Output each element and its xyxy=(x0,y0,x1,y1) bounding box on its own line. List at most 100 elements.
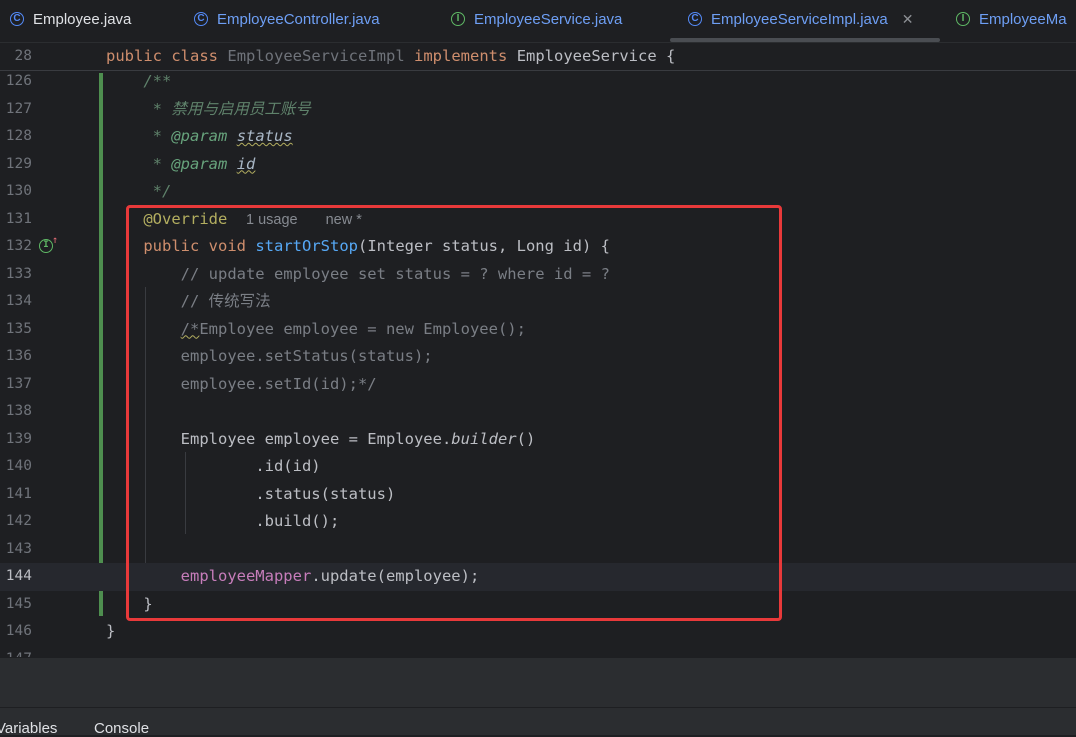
line-number: 132 xyxy=(5,238,32,254)
code-editor[interactable]: 28 public class EmployeeServiceImpl impl… xyxy=(0,43,1076,657)
editor-tab-bar: C Employee.java C EmployeeController.jav… xyxy=(0,0,1076,43)
code-line[interactable]: 137 employee.setId(id);*/ xyxy=(0,371,1076,399)
block-comment: employee.setStatus(status); xyxy=(180,347,433,365)
close-icon[interactable]: ✕ xyxy=(902,11,914,28)
tab-label: EmployeeMa xyxy=(979,10,1067,28)
javadoc-close: */ xyxy=(152,182,172,200)
implements-method-icon[interactable]: I xyxy=(39,239,53,253)
javadoc-tag: @param xyxy=(171,154,228,173)
line-code: Employee employee = Employee.builder() xyxy=(106,426,536,454)
keyword: public xyxy=(143,237,200,255)
line-number: 128 xyxy=(5,128,32,144)
javadoc-star: * xyxy=(152,99,172,118)
tab-employee-service-impl[interactable]: C EmployeeServiceImpl.java ✕ xyxy=(688,0,913,38)
line-code: .build(); xyxy=(106,508,339,536)
active-tab-indicator xyxy=(670,38,940,42)
method-signature: (Integer status, Long id) { xyxy=(358,237,610,255)
usages-hint[interactable]: 1 usage xyxy=(246,212,298,228)
code-line[interactable]: 136 employee.setStatus(status); xyxy=(0,343,1076,371)
javadoc-star: * xyxy=(152,127,172,145)
tab-label: EmployeeController.java xyxy=(217,10,380,28)
line-code: /*Employee employee = new Employee(); xyxy=(106,316,526,344)
code-line[interactable]: 139 Employee employee = Employee.builder… xyxy=(0,426,1076,454)
line-code: @Override 1 usage new * xyxy=(106,206,362,235)
debug-tab-bar: Variables Console xyxy=(0,707,1076,737)
tab-label: EmployeeServiceImpl.java xyxy=(711,10,888,28)
code-line[interactable]: 141 .status(status) xyxy=(0,481,1076,509)
keyword: public xyxy=(106,47,162,65)
code-line[interactable]: 130 */ xyxy=(0,178,1076,206)
tab-employee-java[interactable]: C Employee.java xyxy=(10,0,131,38)
line-number: 145 xyxy=(5,595,32,612)
code-line[interactable]: 140 .id(id) xyxy=(0,453,1076,481)
code-line[interactable]: 143 xyxy=(0,536,1076,564)
code-text: () xyxy=(516,429,536,448)
line-code: */ xyxy=(106,178,172,206)
code-line[interactable]: 146 } xyxy=(0,618,1076,646)
line-code: public void startOrStop(Integer status, … xyxy=(106,233,610,261)
line-code: * @param id xyxy=(106,151,256,179)
class-name: EmployeeServiceImpl xyxy=(227,47,405,65)
code-line[interactable]: 127 * 禁用与启用员工账号 xyxy=(0,96,1076,124)
javadoc-star: * xyxy=(152,154,172,173)
code-line[interactable]: 128 * @param status xyxy=(0,123,1076,151)
line-code: // 传统写法 xyxy=(106,288,271,316)
javadoc-open: /** xyxy=(143,72,172,90)
sticky-class-header[interactable]: 28 public class EmployeeServiceImpl impl… xyxy=(0,43,1076,71)
code-line[interactable]: 134 // 传统写法 xyxy=(0,288,1076,316)
line-number: 147 xyxy=(0,646,32,658)
line-code: employeeMapper.update(employee); xyxy=(106,563,480,591)
class-icon: C xyxy=(688,12,702,26)
line-code: .status(status) xyxy=(106,481,395,509)
code-line[interactable]: 135 /*Employee employee = new Employee()… xyxy=(0,316,1076,344)
code-line[interactable]: 129 * @param id xyxy=(0,151,1076,179)
sticky-header-code: public class EmployeeServiceImpl impleme… xyxy=(106,43,675,70)
javadoc-tag: @param xyxy=(171,127,228,145)
tab-employee-service[interactable]: I EmployeeService.java xyxy=(451,0,622,38)
code-text: .build(); xyxy=(255,512,340,530)
interface-icon: I xyxy=(956,12,970,26)
annotation: @Override xyxy=(143,209,228,228)
tab-variables[interactable]: Variables xyxy=(0,720,57,737)
tab-employee-mapper[interactable]: I EmployeeMa xyxy=(956,0,1067,38)
author-hint[interactable]: new * xyxy=(326,212,362,228)
code-line[interactable]: 132 I ↑ public void startOrStop(Integer … xyxy=(0,233,1076,261)
debug-tool-window xyxy=(0,657,1076,708)
line-code: * @param status xyxy=(106,123,293,151)
line-number: 129 xyxy=(5,155,32,172)
line-code: * 禁用与启用员工账号 xyxy=(106,96,311,124)
line-number: 138 xyxy=(5,403,32,419)
class-icon: C xyxy=(194,12,208,26)
interface-name: EmployeeService xyxy=(516,47,657,65)
line-code: } xyxy=(106,591,152,619)
line-code: .id(id) xyxy=(106,453,320,481)
code-line[interactable]: 145 } xyxy=(0,591,1076,619)
code-line[interactable]: 126 /** xyxy=(0,68,1076,96)
arrow-up-icon: ↑ xyxy=(52,235,59,246)
line-number: 127 xyxy=(5,100,32,117)
line-number: 134 xyxy=(5,293,32,309)
line-number: 28 xyxy=(14,48,32,64)
current-code-line[interactable]: 144 employeeMapper.update(employee); xyxy=(0,563,1076,591)
tab-employee-controller[interactable]: C EmployeeController.java xyxy=(194,0,380,38)
code-line[interactable]: 131 @Override 1 usage new * xyxy=(0,206,1076,234)
line-number: 135 xyxy=(5,320,32,337)
line-number: 143 xyxy=(5,540,32,557)
field-reference: employeeMapper xyxy=(180,567,312,585)
line-number: 144 xyxy=(5,568,32,584)
javadoc-text: 禁用与启用员工账号 xyxy=(171,99,311,118)
brace: { xyxy=(666,47,676,65)
line-code: } xyxy=(106,618,115,646)
line-number: 137 xyxy=(5,375,32,392)
method-name: startOrStop xyxy=(255,237,358,255)
line-comment: // update employee set status = ? where … xyxy=(180,264,610,283)
tab-console[interactable]: Console xyxy=(94,720,149,737)
line-number: 131 xyxy=(5,210,32,227)
code-line[interactable]: 147 xyxy=(0,646,1076,658)
code-line[interactable]: 133 // update employee set status = ? wh… xyxy=(0,261,1076,289)
code-line[interactable]: 142 .build(); xyxy=(0,508,1076,536)
code-line[interactable]: 138 xyxy=(0,398,1076,426)
block-comment-open: /* xyxy=(180,319,200,338)
line-code: employee.setStatus(status); xyxy=(106,343,433,371)
